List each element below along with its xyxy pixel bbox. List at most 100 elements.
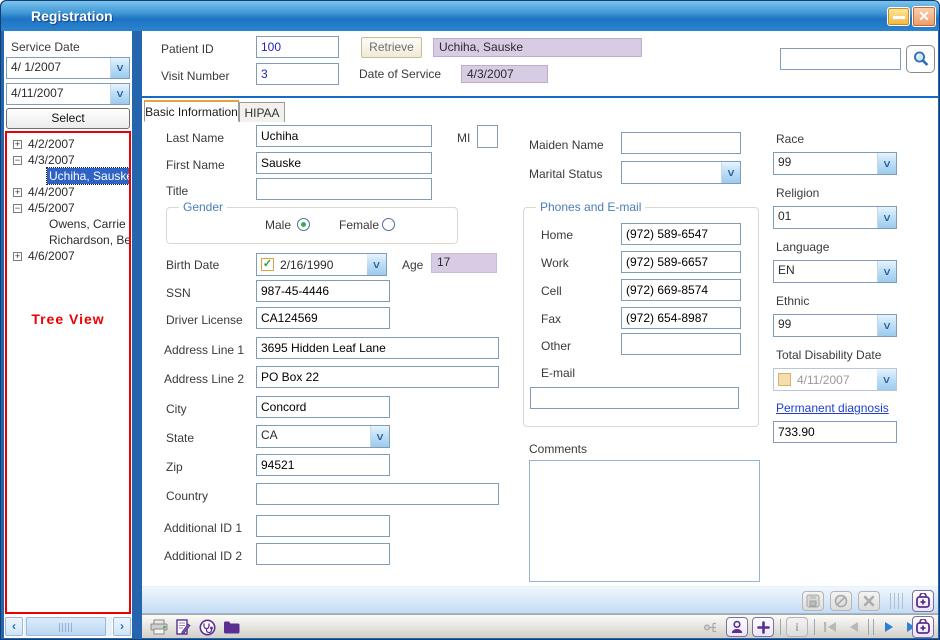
language-combobox[interactable]: EN ˅ xyxy=(773,260,897,283)
fax-input[interactable] xyxy=(621,307,741,329)
marital-status-combobox[interactable]: ˅ xyxy=(621,161,741,184)
tree-item[interactable]: Richardson, Beck xyxy=(7,232,129,248)
other-phone-label: Other xyxy=(541,339,571,353)
chevron-down-icon[interactable]: ˅ xyxy=(721,162,740,183)
hierarchy-icon xyxy=(703,620,719,635)
male-radio[interactable] xyxy=(297,218,310,231)
tree-item[interactable]: Owens, Carrie xyxy=(7,216,129,232)
tree-item[interactable]: −4/5/2007 xyxy=(7,200,129,216)
retrieve-button[interactable]: Retrieve xyxy=(361,37,422,58)
additional-id2-input[interactable] xyxy=(256,543,390,565)
religion-combobox[interactable]: 01 ˅ xyxy=(773,206,897,229)
total-disability-date-picker[interactable]: 4/11/2007 ˅ xyxy=(773,368,897,391)
chevron-down-icon[interactable]: ˅ xyxy=(877,207,896,228)
chevron-down-icon[interactable]: ˅ xyxy=(877,369,896,390)
add-visit-button[interactable] xyxy=(752,617,774,637)
documents-button[interactable] xyxy=(221,618,241,636)
clinical-button[interactable] xyxy=(197,618,217,636)
chevron-down-icon[interactable]: ˅ xyxy=(877,261,896,282)
comments-textarea[interactable] xyxy=(529,460,760,582)
divider xyxy=(814,619,815,635)
ethnic-combobox[interactable]: 99 ˅ xyxy=(773,314,897,337)
home-phone-input[interactable] xyxy=(621,223,741,245)
first-name-input[interactable] xyxy=(256,152,432,174)
tree-item[interactable]: +4/4/2007 xyxy=(7,184,129,200)
patient-id-input[interactable] xyxy=(256,36,339,58)
print-button[interactable] xyxy=(149,618,169,636)
search-input[interactable] xyxy=(780,48,901,70)
save-button[interactable] xyxy=(802,591,824,611)
email-input[interactable] xyxy=(530,387,739,409)
female-radio[interactable] xyxy=(382,218,395,231)
chevron-down-icon[interactable]: ˅ xyxy=(367,254,386,275)
calendar-check-icon[interactable]: ✓ xyxy=(261,258,274,271)
collapse-icon[interactable]: − xyxy=(13,204,22,213)
grip-icon xyxy=(890,593,906,609)
select-button[interactable]: Select xyxy=(6,108,130,129)
driver-license-label: Driver License xyxy=(166,313,243,327)
close-button[interactable]: ✕ xyxy=(912,6,936,27)
scrollbar-thumb[interactable] xyxy=(26,617,106,636)
city-input[interactable] xyxy=(256,396,390,418)
expand-icon[interactable]: + xyxy=(13,188,22,197)
mi-input[interactable] xyxy=(477,125,498,148)
expand-icon[interactable]: + xyxy=(13,140,22,149)
chevron-down-icon[interactable]: ˅ xyxy=(877,315,896,336)
diagnosis-code-input[interactable] xyxy=(773,421,897,443)
tab-basic-information[interactable]: Basic Information xyxy=(144,100,239,122)
driver-license-input[interactable] xyxy=(256,307,390,329)
tree-view: +4/2/2007−4/3/2007Uchiha, Sauske+4/4/200… xyxy=(5,131,131,614)
nav-first-button[interactable] xyxy=(820,618,840,636)
edit-notes-button[interactable] xyxy=(173,618,193,636)
chevron-down-icon[interactable]: ˅ xyxy=(370,426,389,447)
chevron-down-icon[interactable]: ˅ xyxy=(110,58,129,78)
tree-item[interactable]: −4/3/2007 xyxy=(7,152,129,168)
service-date-from-combobox[interactable]: 4/ 1/2007 ˅ xyxy=(6,57,130,79)
nav-prev-button[interactable] xyxy=(844,618,864,636)
hierarchy-button[interactable] xyxy=(700,618,722,637)
service-date-to-combobox[interactable]: 4/11/2007 ˅ xyxy=(6,83,130,105)
last-name-input[interactable] xyxy=(256,125,432,147)
scrollbar-track[interactable] xyxy=(24,617,112,636)
permanent-diagnosis-link[interactable]: Permanent diagnosis xyxy=(776,401,889,415)
minimize-button[interactable] xyxy=(887,7,910,26)
title-input[interactable] xyxy=(256,178,432,200)
tree-item[interactable]: +4/6/2007 xyxy=(7,248,129,264)
medical-add-button[interactable] xyxy=(912,616,934,638)
race-combobox[interactable]: 99 ˅ xyxy=(773,152,897,175)
info-button[interactable]: i xyxy=(786,617,808,637)
delete-button[interactable] xyxy=(858,591,880,611)
work-phone-input[interactable] xyxy=(621,251,741,273)
other-phone-input[interactable] xyxy=(621,333,741,355)
cancel-button[interactable] xyxy=(830,591,852,611)
visit-number-input[interactable] xyxy=(256,63,339,85)
scroll-right-icon[interactable]: › xyxy=(113,617,131,636)
comments-label: Comments xyxy=(529,442,587,456)
collapse-icon[interactable]: − xyxy=(13,156,22,165)
ssn-input[interactable] xyxy=(256,280,390,302)
calendar-check-icon[interactable] xyxy=(778,373,791,386)
additional-id1-input[interactable] xyxy=(256,515,390,537)
tree-item[interactable]: Uchiha, Sauske xyxy=(7,168,129,184)
visit-number-label: Visit Number xyxy=(161,69,229,83)
tab-hipaa[interactable]: HIPAA xyxy=(239,102,285,122)
search-button[interactable] xyxy=(906,45,935,73)
scroll-left-icon[interactable]: ‹ xyxy=(5,617,23,636)
chevron-down-icon[interactable]: ˅ xyxy=(877,153,896,174)
medical-add-button[interactable] xyxy=(912,590,934,612)
cell-phone-input[interactable] xyxy=(621,279,741,301)
tree-item[interactable]: +4/2/2007 xyxy=(7,136,129,152)
first-name-label: First Name xyxy=(166,158,225,172)
maiden-name-input[interactable] xyxy=(621,132,741,154)
expand-icon[interactable]: + xyxy=(13,252,22,261)
patient-button[interactable] xyxy=(726,617,748,637)
zip-input[interactable] xyxy=(256,454,390,476)
address-line1-input[interactable] xyxy=(256,337,499,359)
state-combobox[interactable]: CA ˅ xyxy=(256,425,390,448)
country-input[interactable] xyxy=(256,483,499,505)
chevron-down-icon[interactable]: ˅ xyxy=(110,84,129,104)
sidebar-horizontal-scrollbar[interactable]: ‹ › xyxy=(5,617,131,636)
nav-next-button[interactable] xyxy=(879,618,899,636)
birth-date-picker[interactable]: ✓ 2/16/1990 ˅ xyxy=(256,253,387,276)
address-line2-input[interactable] xyxy=(256,366,499,388)
